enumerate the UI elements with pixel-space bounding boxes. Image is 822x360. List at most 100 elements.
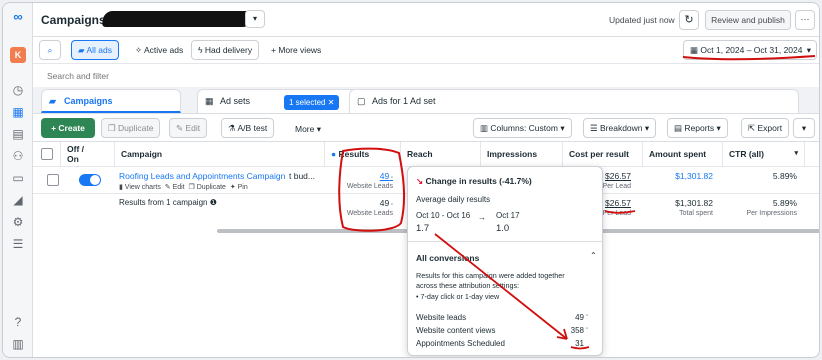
- chevron-down-icon: ▾: [316, 124, 322, 134]
- chevron-down-icon[interactable]: ▾: [245, 10, 265, 28]
- info-icon: ▫: [586, 313, 589, 319]
- row2-spent: $1,301.82: [675, 198, 713, 208]
- ads-manager-window: ∞ K ◷ ▦ ▤ ⚇ ▭ ◢ ⚙ ☰ ? ▥ Campaigns ▾ Upda…: [2, 2, 820, 358]
- megaphone-icon[interactable]: ◢: [11, 193, 25, 207]
- conv-label-appointments: Appointments Scheduled: [416, 339, 505, 348]
- calendar-icon: ▦: [690, 45, 701, 55]
- folder-icon: ▰: [49, 96, 56, 106]
- pin-action-label: Pin: [237, 184, 248, 191]
- close-icon[interactable]: ✕: [328, 98, 335, 107]
- active-ads-button[interactable]: ✧ Active ads: [135, 45, 183, 56]
- campaign-name-link[interactable]: Roofing Leads and Appointments Campaign: [119, 171, 285, 181]
- info-icon: ▫: [586, 326, 589, 332]
- columns-button[interactable]: ▥ Columns: Custom ▾: [473, 118, 572, 138]
- account-avatar[interactable]: K: [10, 47, 26, 63]
- updated-status: Updated just now: [609, 15, 675, 25]
- search-icon[interactable]: ⌕: [39, 40, 61, 60]
- top-header: Campaigns ▾ Updated just now ↻ Review an…: [33, 3, 819, 37]
- col-off-on[interactable]: Off / On: [61, 142, 115, 166]
- pin-action[interactable]: ✦ Pin: [230, 184, 248, 191]
- view-filter-row: ⌕ ▰ All ads ✧ Active ads ϟ Had delivery …: [33, 37, 819, 63]
- more-button[interactable]: More ▾: [295, 124, 321, 135]
- had-delivery-label: Had delivery: [204, 45, 253, 55]
- row-actions: ▮ View charts ✎ Edit ❐ Duplicate ✦ Pin: [119, 183, 248, 191]
- row-checkbox[interactable]: [47, 174, 59, 186]
- settings-icon[interactable]: ⚙: [11, 215, 25, 229]
- tab-ad-sets[interactable]: ▦ Ad sets 1 selected ✕: [197, 89, 369, 113]
- tab-campaigns[interactable]: ▰ Campaigns: [41, 89, 181, 113]
- col-cost-per-result[interactable]: Cost per result: [563, 142, 643, 166]
- results-label: Results: [338, 149, 370, 159]
- lightning-icon: ϟ: [198, 45, 205, 55]
- search-filter-row: [33, 63, 819, 87]
- sort-icon: ▾: [794, 150, 798, 157]
- chevron-up-icon[interactable]: ⌃: [590, 251, 597, 260]
- ab-test-label: A/B test: [237, 123, 268, 133]
- refresh-icon[interactable]: ↻: [679, 10, 699, 30]
- chevron-down-icon: ▾: [560, 123, 565, 133]
- selected-chip[interactable]: 1 selected ✕: [284, 95, 340, 110]
- col-campaign[interactable]: Campaign: [115, 142, 325, 166]
- note-line2: across these attribution settings:: [416, 281, 520, 290]
- row1-results-sub: Website Leads: [346, 183, 393, 190]
- row1-results[interactable]: 49 ▫: [333, 171, 393, 181]
- view-charts-label: View charts: [124, 184, 161, 191]
- sidebar-toggle-icon[interactable]: ▥: [11, 337, 25, 351]
- duplicate-icon: ❐: [188, 184, 197, 191]
- help-icon[interactable]: ?: [11, 315, 25, 329]
- info-icon: ▫: [389, 175, 393, 181]
- view-charts-action[interactable]: ▮ View charts: [119, 184, 161, 191]
- range2: Oct 17: [496, 211, 520, 220]
- tab-campaigns-label: Campaigns: [64, 96, 113, 106]
- toolbar: + Create ❐ Duplicate ✎ Edit ⚗ A/B test M…: [33, 113, 819, 141]
- duplicate-label: Duplicate: [117, 123, 154, 133]
- reports-button[interactable]: ▤ Reports ▾: [667, 118, 728, 138]
- more-views-button[interactable]: + More views: [271, 45, 321, 55]
- results-summary-text: Results from 1 campaign: [119, 198, 208, 207]
- create-button[interactable]: + Create: [41, 118, 95, 138]
- breakdown-label: Breakdown: [599, 123, 643, 133]
- review-publish-button[interactable]: Review and publish: [705, 10, 791, 30]
- more-options-button[interactable]: ···: [795, 10, 815, 30]
- meta-logo-icon[interactable]: ∞: [9, 10, 27, 23]
- active-ads-label: Active ads: [144, 45, 184, 55]
- edit-button[interactable]: ✎ Edit: [169, 118, 208, 138]
- col-reach[interactable]: Reach: [401, 142, 481, 166]
- duplicate-button[interactable]: ❐ Duplicate: [101, 118, 161, 138]
- row1-ctr: 5.89%: [772, 171, 797, 181]
- more-label: More: [295, 124, 315, 134]
- columns-icon: ▥: [480, 123, 491, 133]
- billing-icon[interactable]: ▭: [11, 171, 25, 185]
- all-ads-button[interactable]: ▰ All ads: [71, 40, 119, 60]
- redacted-account-name: [101, 11, 255, 27]
- export-button[interactable]: ⇱ Export: [741, 118, 790, 138]
- date-range-picker[interactable]: ▦ Oct 1, 2024 – Oct 31, 2024 ▾: [683, 40, 817, 60]
- truncated-cell: t bud...: [289, 171, 315, 181]
- menu-icon[interactable]: ☰: [11, 237, 25, 251]
- col-ctr[interactable]: CTR (all) ▾: [723, 142, 805, 166]
- audience-icon[interactable]: ⚇: [11, 149, 25, 163]
- row1-spent[interactable]: $1,301.82: [649, 171, 713, 181]
- search-input[interactable]: [47, 68, 787, 84]
- campaign-toggle[interactable]: [79, 174, 101, 186]
- tab-ads[interactable]: ▢ Ads for 1 Ad set: [349, 89, 799, 113]
- row2-ctr: 5.89%: [772, 198, 797, 208]
- export-dropdown[interactable]: ▾: [793, 118, 815, 138]
- breakdown-icon: ☰: [590, 123, 600, 133]
- edit-action[interactable]: ✎ Edit: [165, 184, 185, 191]
- ab-test-button[interactable]: ⚗ A/B test: [221, 118, 275, 138]
- results-summary-label: Results from 1 campaign ❶: [119, 198, 217, 207]
- conv-value-website-leads: 49: [575, 313, 584, 322]
- document-icon[interactable]: ▤: [11, 127, 25, 141]
- clock-icon[interactable]: ◷: [11, 83, 25, 97]
- val1: 1.7: [416, 223, 430, 234]
- col-impressions[interactable]: Impressions: [481, 142, 563, 166]
- info-icon: ▫: [389, 202, 393, 208]
- col-amount-spent[interactable]: Amount spent: [643, 142, 723, 166]
- had-delivery-button[interactable]: ϟ Had delivery: [191, 40, 260, 60]
- table-icon[interactable]: ▦: [11, 105, 25, 119]
- breakdown-button[interactable]: ☰ Breakdown ▾: [583, 118, 657, 138]
- duplicate-action[interactable]: ❐ Duplicate: [189, 184, 226, 191]
- col-results[interactable]: ● Results: [325, 142, 401, 166]
- select-all-checkbox[interactable]: [41, 148, 53, 160]
